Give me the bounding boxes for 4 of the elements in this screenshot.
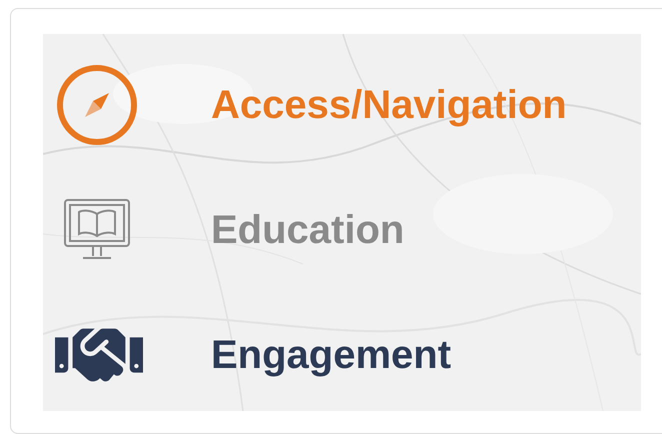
- category-label: Education: [211, 206, 404, 254]
- category-label: Access/Navigation: [211, 82, 567, 128]
- category-label: Engagement: [211, 332, 452, 378]
- compass-icon: [55, 62, 139, 146]
